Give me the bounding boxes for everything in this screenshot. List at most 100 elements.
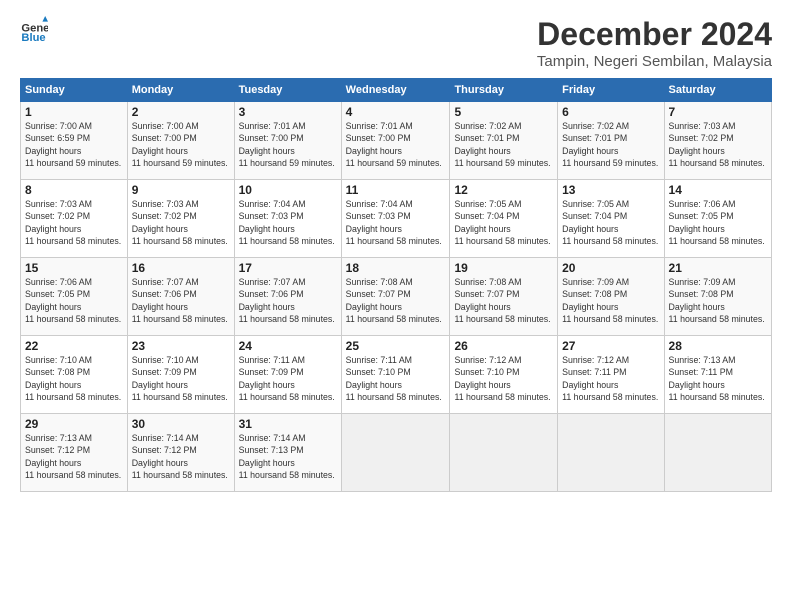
day-number: 21 [669, 261, 767, 275]
day-number: 15 [25, 261, 123, 275]
day-info: Sunrise: 7:02 AMSunset: 7:01 PMDaylight … [454, 120, 553, 169]
table-row: 13 Sunrise: 7:05 AMSunset: 7:04 PMDaylig… [558, 180, 664, 258]
day-number: 6 [562, 105, 659, 119]
day-info: Sunrise: 7:12 AMSunset: 7:10 PMDaylight … [454, 354, 553, 403]
table-row: 28 Sunrise: 7:13 AMSunset: 7:11 PMDaylig… [664, 336, 771, 414]
day-number: 4 [346, 105, 446, 119]
day-info: Sunrise: 7:13 AMSunset: 7:12 PMDaylight … [25, 432, 123, 481]
table-row: 1 Sunrise: 7:00 AMSunset: 6:59 PMDayligh… [21, 102, 128, 180]
table-row: 15 Sunrise: 7:06 AMSunset: 7:05 PMDaylig… [21, 258, 128, 336]
day-number: 25 [346, 339, 446, 353]
day-info: Sunrise: 7:08 AMSunset: 7:07 PMDaylight … [346, 276, 446, 325]
logo-icon: General Blue [20, 16, 48, 44]
day-info: Sunrise: 7:03 AMSunset: 7:02 PMDaylight … [132, 198, 230, 247]
table-row: 31 Sunrise: 7:14 AMSunset: 7:13 PMDaylig… [234, 414, 341, 492]
calendar-week-row: 8 Sunrise: 7:03 AMSunset: 7:02 PMDayligh… [21, 180, 772, 258]
title-section: December 2024 Tampin, Negeri Sembilan, M… [537, 16, 772, 70]
table-row [341, 414, 450, 492]
day-info: Sunrise: 7:04 AMSunset: 7:03 PMDaylight … [346, 198, 446, 247]
table-row: 26 Sunrise: 7:12 AMSunset: 7:10 PMDaylig… [450, 336, 558, 414]
day-info: Sunrise: 7:05 AMSunset: 7:04 PMDaylight … [562, 198, 659, 247]
day-info: Sunrise: 7:12 AMSunset: 7:11 PMDaylight … [562, 354, 659, 403]
day-info: Sunrise: 7:06 AMSunset: 7:05 PMDaylight … [25, 276, 123, 325]
day-number: 16 [132, 261, 230, 275]
day-number: 3 [239, 105, 337, 119]
table-row [558, 414, 664, 492]
table-row: 16 Sunrise: 7:07 AMSunset: 7:06 PMDaylig… [127, 258, 234, 336]
day-info: Sunrise: 7:04 AMSunset: 7:03 PMDaylight … [239, 198, 337, 247]
table-row: 22 Sunrise: 7:10 AMSunset: 7:08 PMDaylig… [21, 336, 128, 414]
day-info: Sunrise: 7:08 AMSunset: 7:07 PMDaylight … [454, 276, 553, 325]
day-info: Sunrise: 7:00 AMSunset: 6:59 PMDaylight … [25, 120, 123, 169]
day-info: Sunrise: 7:00 AMSunset: 7:00 PMDaylight … [132, 120, 230, 169]
table-row: 14 Sunrise: 7:06 AMSunset: 7:05 PMDaylig… [664, 180, 771, 258]
col-tuesday: Tuesday [234, 79, 341, 102]
table-row: 3 Sunrise: 7:01 AMSunset: 7:00 PMDayligh… [234, 102, 341, 180]
day-info: Sunrise: 7:03 AMSunset: 7:02 PMDaylight … [669, 120, 767, 169]
day-info: Sunrise: 7:10 AMSunset: 7:08 PMDaylight … [25, 354, 123, 403]
calendar: Sunday Monday Tuesday Wednesday Thursday… [20, 78, 772, 492]
day-number: 12 [454, 183, 553, 197]
table-row: 12 Sunrise: 7:05 AMSunset: 7:04 PMDaylig… [450, 180, 558, 258]
table-row: 24 Sunrise: 7:11 AMSunset: 7:09 PMDaylig… [234, 336, 341, 414]
day-number: 13 [562, 183, 659, 197]
day-number: 29 [25, 417, 123, 431]
day-info: Sunrise: 7:01 AMSunset: 7:00 PMDaylight … [346, 120, 446, 169]
day-number: 9 [132, 183, 230, 197]
calendar-week-row: 22 Sunrise: 7:10 AMSunset: 7:08 PMDaylig… [21, 336, 772, 414]
main-title: December 2024 [537, 16, 772, 53]
calendar-week-row: 29 Sunrise: 7:13 AMSunset: 7:12 PMDaylig… [21, 414, 772, 492]
day-number: 20 [562, 261, 659, 275]
day-info: Sunrise: 7:13 AMSunset: 7:11 PMDaylight … [669, 354, 767, 403]
day-info: Sunrise: 7:09 AMSunset: 7:08 PMDaylight … [669, 276, 767, 325]
col-wednesday: Wednesday [341, 79, 450, 102]
table-row: 5 Sunrise: 7:02 AMSunset: 7:01 PMDayligh… [450, 102, 558, 180]
day-info: Sunrise: 7:02 AMSunset: 7:01 PMDaylight … [562, 120, 659, 169]
day-number: 31 [239, 417, 337, 431]
day-number: 7 [669, 105, 767, 119]
day-number: 26 [454, 339, 553, 353]
day-info: Sunrise: 7:03 AMSunset: 7:02 PMDaylight … [25, 198, 123, 247]
table-row: 19 Sunrise: 7:08 AMSunset: 7:07 PMDaylig… [450, 258, 558, 336]
day-number: 28 [669, 339, 767, 353]
calendar-header-row: Sunday Monday Tuesday Wednesday Thursday… [21, 79, 772, 102]
table-row: 18 Sunrise: 7:08 AMSunset: 7:07 PMDaylig… [341, 258, 450, 336]
table-row [450, 414, 558, 492]
table-row: 25 Sunrise: 7:11 AMSunset: 7:10 PMDaylig… [341, 336, 450, 414]
col-thursday: Thursday [450, 79, 558, 102]
calendar-week-row: 1 Sunrise: 7:00 AMSunset: 6:59 PMDayligh… [21, 102, 772, 180]
header: General Blue December 2024 Tampin, Neger… [20, 16, 772, 70]
day-number: 18 [346, 261, 446, 275]
table-row: 9 Sunrise: 7:03 AMSunset: 7:02 PMDayligh… [127, 180, 234, 258]
day-number: 10 [239, 183, 337, 197]
svg-text:Blue: Blue [21, 32, 45, 44]
day-number: 30 [132, 417, 230, 431]
day-info: Sunrise: 7:09 AMSunset: 7:08 PMDaylight … [562, 276, 659, 325]
table-row: 7 Sunrise: 7:03 AMSunset: 7:02 PMDayligh… [664, 102, 771, 180]
col-saturday: Saturday [664, 79, 771, 102]
day-number: 22 [25, 339, 123, 353]
table-row: 23 Sunrise: 7:10 AMSunset: 7:09 PMDaylig… [127, 336, 234, 414]
table-row: 29 Sunrise: 7:13 AMSunset: 7:12 PMDaylig… [21, 414, 128, 492]
day-info: Sunrise: 7:11 AMSunset: 7:10 PMDaylight … [346, 354, 446, 403]
day-info: Sunrise: 7:11 AMSunset: 7:09 PMDaylight … [239, 354, 337, 403]
day-number: 19 [454, 261, 553, 275]
day-number: 14 [669, 183, 767, 197]
table-row: 10 Sunrise: 7:04 AMSunset: 7:03 PMDaylig… [234, 180, 341, 258]
day-number: 2 [132, 105, 230, 119]
day-info: Sunrise: 7:14 AMSunset: 7:13 PMDaylight … [239, 432, 337, 481]
table-row: 27 Sunrise: 7:12 AMSunset: 7:11 PMDaylig… [558, 336, 664, 414]
calendar-week-row: 15 Sunrise: 7:06 AMSunset: 7:05 PMDaylig… [21, 258, 772, 336]
day-info: Sunrise: 7:05 AMSunset: 7:04 PMDaylight … [454, 198, 553, 247]
subtitle: Tampin, Negeri Sembilan, Malaysia [537, 53, 772, 70]
page: General Blue December 2024 Tampin, Neger… [0, 0, 792, 612]
table-row: 20 Sunrise: 7:09 AMSunset: 7:08 PMDaylig… [558, 258, 664, 336]
table-row: 6 Sunrise: 7:02 AMSunset: 7:01 PMDayligh… [558, 102, 664, 180]
col-sunday: Sunday [21, 79, 128, 102]
day-info: Sunrise: 7:07 AMSunset: 7:06 PMDaylight … [239, 276, 337, 325]
table-row: 2 Sunrise: 7:00 AMSunset: 7:00 PMDayligh… [127, 102, 234, 180]
day-number: 27 [562, 339, 659, 353]
day-info: Sunrise: 7:01 AMSunset: 7:00 PMDaylight … [239, 120, 337, 169]
day-number: 23 [132, 339, 230, 353]
day-number: 5 [454, 105, 553, 119]
